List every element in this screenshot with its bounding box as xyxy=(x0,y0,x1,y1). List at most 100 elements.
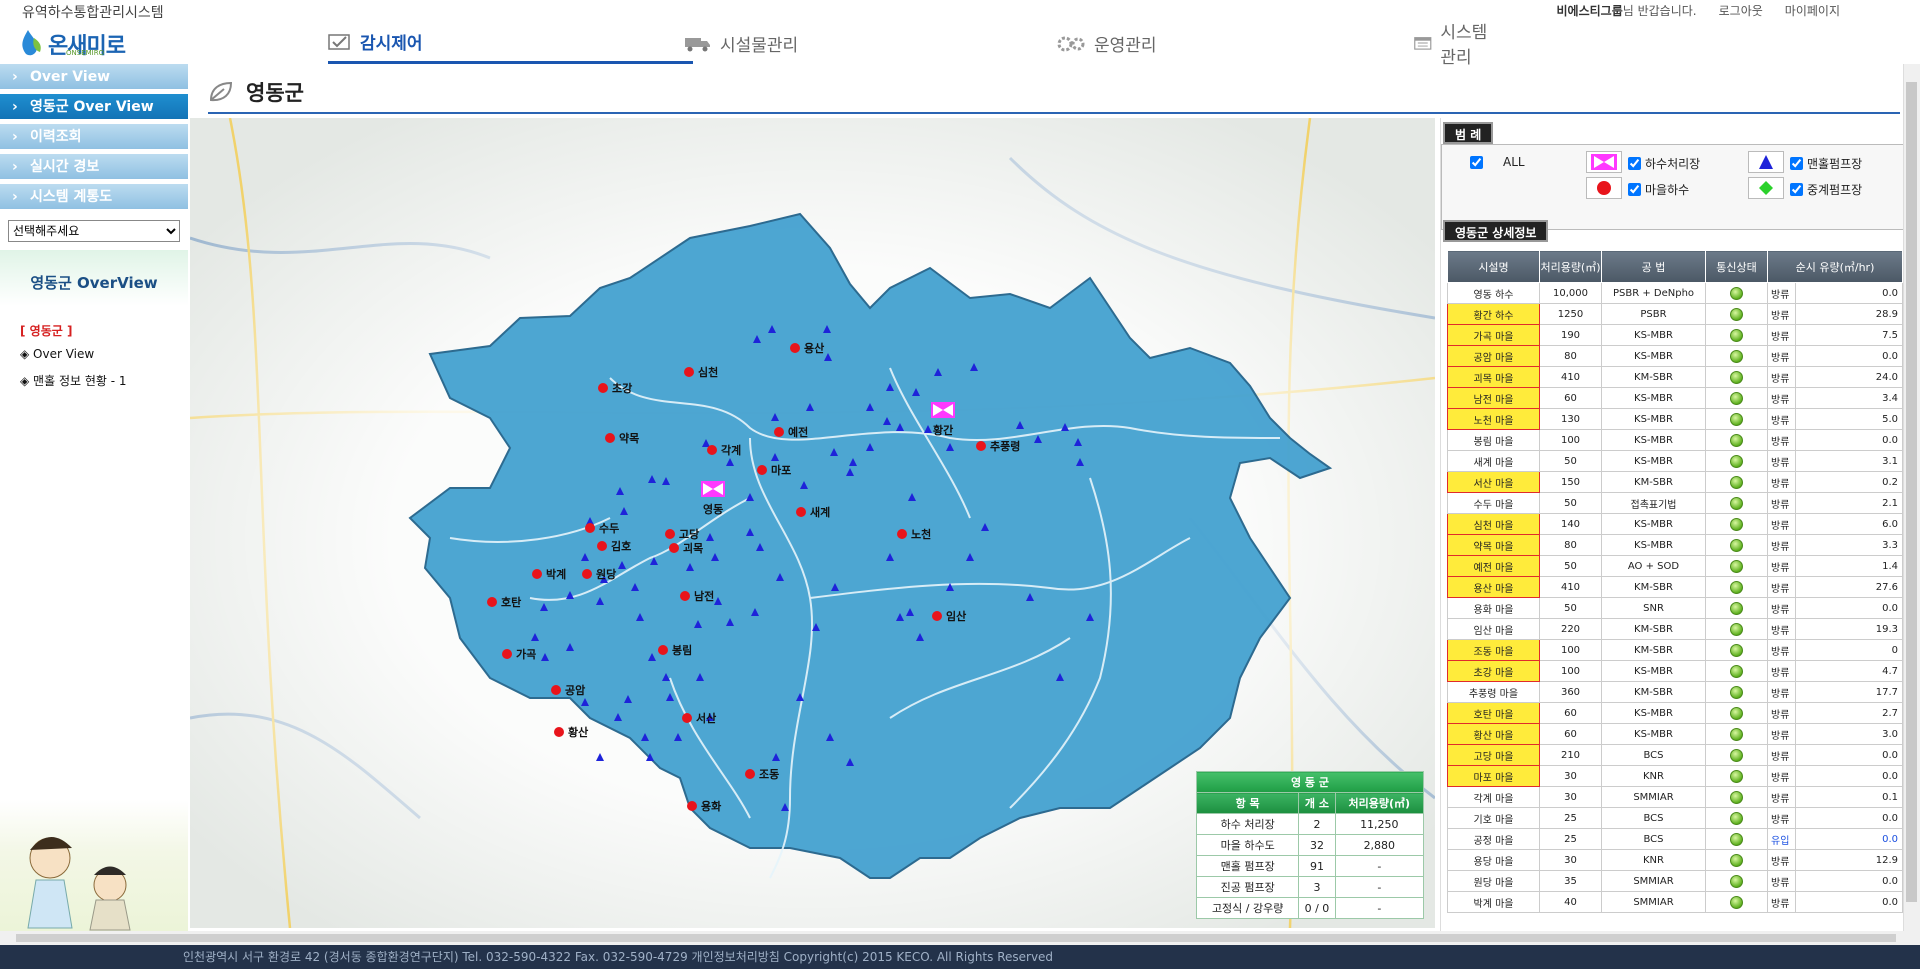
village-marker[interactable] xyxy=(551,685,561,695)
legend-all[interactable]: ALL xyxy=(1470,155,1525,169)
legend-manhole-pump[interactable]: 맨홀펌프장 xyxy=(1790,155,1862,172)
legend-all-checkbox[interactable] xyxy=(1470,155,1483,169)
facility-name[interactable]: 기호 마을 xyxy=(1447,807,1540,829)
table-row[interactable]: 초강 마을 100 KS-MBR 방류 4.7 xyxy=(1447,660,1903,682)
table-row[interactable]: 봉림 마을 100 KS-MBR 방류 0.0 xyxy=(1447,429,1903,451)
village-marker[interactable] xyxy=(598,383,608,393)
legend-manhole-pump-checkbox[interactable] xyxy=(1790,157,1803,170)
village-marker[interactable] xyxy=(976,441,986,451)
plant-marker[interactable] xyxy=(701,481,725,497)
facility-name[interactable]: 추풍령 마을 xyxy=(1447,681,1540,703)
facility-name[interactable]: 고당 마을 xyxy=(1447,744,1540,766)
village-marker[interactable] xyxy=(532,569,542,579)
legend-plant-checkbox[interactable] xyxy=(1628,157,1641,170)
village-marker[interactable] xyxy=(707,445,717,455)
tab-system[interactable]: 시스템관리 xyxy=(1414,22,1500,68)
tab-facility[interactable]: 시설물관리 xyxy=(684,22,798,64)
village-marker[interactable] xyxy=(774,427,784,437)
table-row[interactable]: 서산 마을 150 KM-SBR 방류 0.2 xyxy=(1447,471,1903,493)
table-row[interactable]: 황간 하수 1250 PSBR 방류 28.9 xyxy=(1447,303,1903,325)
village-marker[interactable] xyxy=(597,541,607,551)
legend-village[interactable]: 마을하수 xyxy=(1628,181,1689,198)
table-row[interactable]: 예전 마을 50 AO + SOD 방류 1.4 xyxy=(1447,555,1903,577)
village-marker[interactable] xyxy=(796,507,806,517)
legend-plant[interactable]: 하수처리장 xyxy=(1628,155,1700,172)
table-row[interactable]: 수두 마을 50 접촉표기법 방류 2.1 xyxy=(1447,492,1903,514)
logout-link[interactable]: 로그아웃 xyxy=(1719,2,1763,19)
table-row[interactable]: 괴목 마을 410 KM-SBR 방류 24.0 xyxy=(1447,366,1903,388)
table-row[interactable]: 남전 마을 60 KS-MBR 방류 3.4 xyxy=(1447,387,1903,409)
sidebar-item-overview[interactable]: Over View xyxy=(0,64,188,90)
village-marker[interactable] xyxy=(658,645,668,655)
facility-name[interactable]: 봉림 마을 xyxy=(1447,429,1540,451)
facility-name[interactable]: 황간 하수 xyxy=(1447,303,1540,325)
facility-name[interactable]: 호탄 마을 xyxy=(1447,702,1540,724)
table-row[interactable]: 기호 마을 25 BCS 방류 0.0 xyxy=(1447,807,1903,829)
facility-name[interactable]: 조동 마을 xyxy=(1447,639,1540,661)
table-row[interactable]: 각계 마을 30 SMMIAR 방류 0.1 xyxy=(1447,786,1903,808)
table-row[interactable]: 심천 마을 140 KS-MBR 방류 6.0 xyxy=(1447,513,1903,535)
village-marker[interactable] xyxy=(502,649,512,659)
village-marker[interactable] xyxy=(554,727,564,737)
mypage-link[interactable]: 마이페이지 xyxy=(1785,2,1840,19)
facility-name[interactable]: 노천 마을 xyxy=(1447,408,1540,430)
facility-name[interactable]: 가곡 마을 xyxy=(1447,324,1540,346)
facility-name[interactable]: 초강 마을 xyxy=(1447,660,1540,682)
table-row[interactable]: 용화 마을 50 SNR 방류 0.0 xyxy=(1447,597,1903,619)
village-marker[interactable] xyxy=(757,465,767,475)
table-row[interactable]: 공정 마을 25 BCS 유입 0.0 xyxy=(1447,828,1903,850)
village-marker[interactable] xyxy=(585,523,595,533)
facility-name[interactable]: 약목 마을 xyxy=(1447,534,1540,556)
facility-name[interactable]: 서산 마을 xyxy=(1447,471,1540,493)
facility-name[interactable]: 예전 마을 xyxy=(1447,555,1540,577)
facility-name[interactable]: 공정 마을 xyxy=(1447,828,1540,850)
facility-name[interactable]: 황산 마을 xyxy=(1447,723,1540,745)
tab-operation[interactable]: 운영관리 xyxy=(1056,22,1157,64)
sidebar-item-realtime-alarm[interactable]: 실시간 경보 xyxy=(0,154,188,180)
facility-name[interactable]: 새계 마을 xyxy=(1447,450,1540,472)
table-row[interactable]: 약목 마을 80 KS-MBR 방류 3.3 xyxy=(1447,534,1903,556)
legend-relay-pump-checkbox[interactable] xyxy=(1790,183,1803,196)
legend-relay-pump[interactable]: 중계펌프장 xyxy=(1790,181,1862,198)
table-row[interactable]: 새계 마을 50 KS-MBR 방류 3.1 xyxy=(1447,450,1903,472)
facility-name[interactable]: 공암 마을 xyxy=(1447,345,1540,367)
facility-name[interactable]: 각계 마을 xyxy=(1447,786,1540,808)
village-marker[interactable] xyxy=(680,591,690,601)
village-marker[interactable] xyxy=(605,433,615,443)
table-row[interactable]: 용당 마을 30 KNR 방류 12.9 xyxy=(1447,849,1903,871)
table-row[interactable]: 가곡 마을 190 KS-MBR 방류 7.5 xyxy=(1447,324,1903,346)
table-row[interactable]: 황산 마을 60 KS-MBR 방류 3.0 xyxy=(1447,723,1903,745)
village-marker[interactable] xyxy=(745,769,755,779)
village-marker[interactable] xyxy=(665,529,675,539)
table-row[interactable]: 용산 마을 410 KM-SBR 방류 27.6 xyxy=(1447,576,1903,598)
tree-root[interactable]: [ 영동군 ] xyxy=(20,322,72,339)
table-row[interactable]: 추풍령 마을 360 KM-SBR 방류 17.7 xyxy=(1447,681,1903,703)
facility-name[interactable]: 용당 마을 xyxy=(1447,849,1540,871)
facility-name[interactable]: 마포 마을 xyxy=(1447,765,1540,787)
village-marker[interactable] xyxy=(897,529,907,539)
table-row[interactable]: 영동 하수 10,000 PSBR + DeNpho 방류 0.0 xyxy=(1447,282,1903,304)
table-row[interactable]: 호탄 마을 60 KS-MBR 방류 2.7 xyxy=(1447,702,1903,724)
horizontal-scroll-thumb[interactable] xyxy=(16,934,1896,942)
table-row[interactable]: 공암 마을 80 KS-MBR 방류 0.0 xyxy=(1447,345,1903,367)
table-row[interactable]: 고당 마을 210 BCS 방류 0.0 xyxy=(1447,744,1903,766)
village-marker[interactable] xyxy=(932,611,942,621)
sidebar-item-history[interactable]: 이력조회 xyxy=(0,124,188,150)
sidebar-item-yeongdong-overview[interactable]: 영동군 Over View xyxy=(0,94,188,120)
facility-name[interactable]: 원당 마을 xyxy=(1447,870,1540,892)
facility-name[interactable]: 용화 마을 xyxy=(1447,597,1540,619)
region-select[interactable]: 선택해주세요 xyxy=(8,220,180,242)
facility-name[interactable]: 임산 마을 xyxy=(1447,618,1540,640)
village-marker[interactable] xyxy=(487,597,497,607)
table-row[interactable]: 마포 마을 30 KNR 방류 0.0 xyxy=(1447,765,1903,787)
facility-name[interactable]: 수두 마을 xyxy=(1447,492,1540,514)
table-row[interactable]: 조동 마을 100 KM-SBR 방류 0 xyxy=(1447,639,1903,661)
vertical-scroll-thumb[interactable] xyxy=(1906,82,1917,902)
legend-village-checkbox[interactable] xyxy=(1628,183,1641,196)
facility-name[interactable]: 용산 마을 xyxy=(1447,576,1540,598)
tab-monitoring[interactable]: 감시제어 xyxy=(328,22,693,64)
plant-marker[interactable] xyxy=(931,402,955,418)
village-marker[interactable] xyxy=(684,367,694,377)
facility-name[interactable]: 괴목 마을 xyxy=(1447,366,1540,388)
table-row[interactable]: 박계 마을 40 SMMIAR 방류 0.0 xyxy=(1447,891,1903,913)
